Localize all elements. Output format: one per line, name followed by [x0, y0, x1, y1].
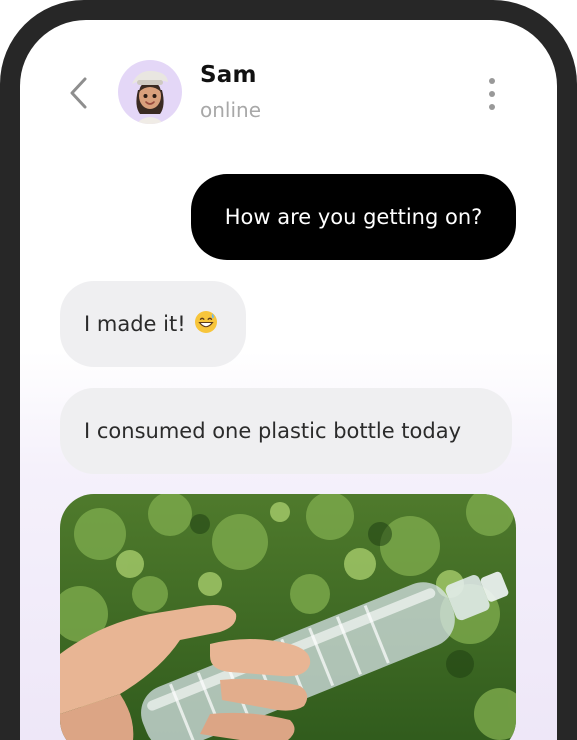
more-options-button[interactable] — [482, 76, 502, 112]
grinning-face-with-sweat-icon — [194, 310, 218, 339]
plastic-bottle-photo — [60, 494, 516, 740]
message-text: How are you getting on? — [224, 205, 483, 229]
more-vertical-icon — [489, 78, 495, 84]
contact-name: Sam — [200, 62, 257, 88]
phone-frame: Sam online How are you getting on? I mad… — [0, 0, 577, 740]
more-vertical-icon-dot — [489, 91, 495, 97]
contact-status: online — [200, 98, 262, 122]
back-button[interactable] — [64, 74, 92, 112]
message-text: I consumed one plastic bottle today — [84, 419, 462, 443]
chat-screen: Sam online How are you getting on? I mad… — [20, 20, 557, 740]
chevron-left-icon — [70, 77, 87, 109]
chat-header: Sam online — [20, 20, 557, 140]
more-vertical-icon-dot — [489, 104, 495, 110]
avatar[interactable] — [118, 60, 182, 124]
message-text: I made it! — [84, 312, 186, 336]
incoming-message-bubble[interactable]: I made it! — [60, 281, 246, 367]
memoji-avatar-image — [132, 70, 168, 124]
incoming-message-bubble[interactable]: I consumed one plastic bottle today — [60, 388, 512, 474]
outgoing-message-bubble[interactable]: How are you getting on? — [191, 174, 516, 260]
image-message[interactable] — [60, 494, 516, 740]
